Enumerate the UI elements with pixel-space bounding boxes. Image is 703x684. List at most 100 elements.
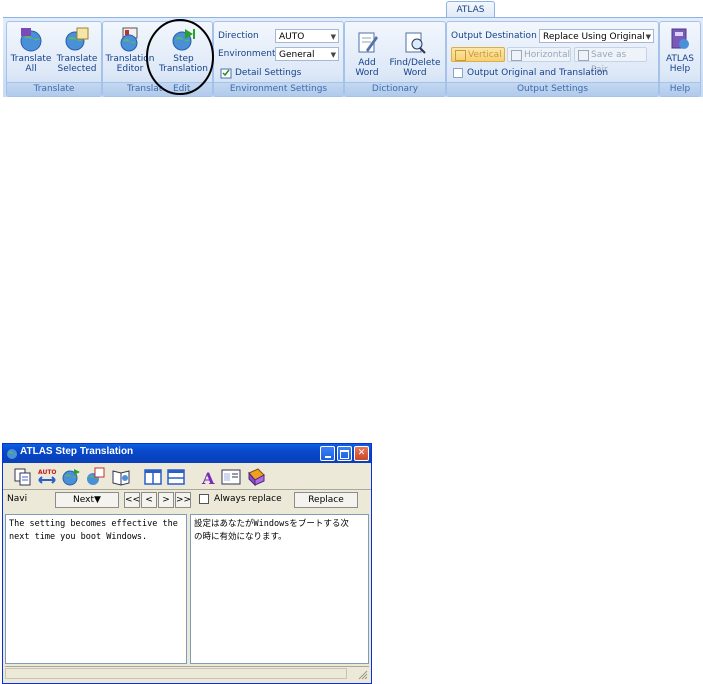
navi-label: Navi [7,494,28,504]
translate-selected-label-2: Selected [57,64,97,74]
group-label-environment-settings: Environment Settings [214,82,343,96]
environment-select[interactable]: General ▼ [275,47,339,61]
svg-text:AUTO: AUTO [38,469,57,476]
output-destination-select[interactable]: Replace Using Original ▼ [539,29,654,43]
translate-all-label-1: Translate [10,54,52,64]
ribbon: Translate All Translate Selected Transla… [3,17,703,97]
vertical-layout-button[interactable]: Vertical [451,47,505,62]
detail-settings-button[interactable]: Detail Settings [220,65,301,81]
resize-grip-icon[interactable] [357,669,368,680]
group-label-output-settings: Output Settings [447,82,658,96]
chevron-down-icon: ▼ [330,51,336,59]
group-label-translate: Translate [7,82,101,96]
horizontal-split-icon[interactable] [166,467,186,487]
chevron-down-icon: ▼ [645,33,651,41]
translate-all-label-2: All [25,64,37,74]
checkbox[interactable] [199,494,209,504]
atlas-help-button[interactable]: ATLAS Help [662,24,698,74]
previous-button[interactable]: < [141,492,157,508]
app-icon [7,449,17,459]
window-title: ATLAS Step Translation [20,446,134,457]
horizontal-layout-label: Horizontal [524,50,570,60]
maximize-icon [340,450,349,459]
tab-atlas[interactable]: ATLAS [446,1,495,18]
environment-value: General [279,50,315,60]
chevron-down-icon: ▼ [330,33,336,41]
translation-text-pane[interactable]: 設定はあなたがWindowsをブートする次 の時に有効になります。 [190,514,369,664]
add-word-label-1: Add [358,58,376,68]
help-icon [671,28,689,49]
find-delete-word-label-1: Find/Delete [389,58,441,68]
svg-text:A: A [201,469,215,487]
translate-edit-icon[interactable] [85,467,105,487]
horizontal-layout-icon [511,50,522,61]
direction-select[interactable]: AUTO ▼ [275,29,339,43]
status-field [5,668,347,679]
first-button[interactable]: << [124,492,140,508]
close-button[interactable]: ✕ [354,446,369,461]
group-environment-settings: Direction AUTO ▼ Environment General ▼ D… [213,21,344,97]
group-help: ATLAS Help Help [659,21,701,97]
add-word-button[interactable]: Add Word [347,24,387,78]
output-original-and-translation-label: Output Original and Translation [467,68,609,78]
auto-direction-icon[interactable]: AUTO [37,467,57,487]
last-button[interactable]: >> [175,492,191,508]
copy-icon[interactable] [13,467,33,487]
dictionary-icon[interactable] [111,467,131,487]
group-translate: Translate All Translate Selected Transla… [6,21,102,97]
font-icon[interactable]: A [199,467,219,487]
minimize-icon [324,456,331,458]
translate-selected-button[interactable]: Translate Selected [55,24,99,74]
replace-button[interactable]: Replace [294,492,358,508]
always-replace-checkbox[interactable]: Always replace [199,494,282,504]
translate-selected-label-1: Translate [56,54,98,64]
direction-label: Direction [218,31,259,41]
maximize-button[interactable] [337,446,352,461]
always-replace-label: Always replace [214,494,282,504]
save-as-pair-button[interactable]: Save as Pair [574,47,647,75]
title-bar[interactable]: ATLAS Step Translation ✕ [3,444,371,463]
add-word-icon [358,32,378,53]
environment-label: Environment [218,49,276,59]
translate-selected-icon [65,27,89,51]
navigation-bar: Navi Next▼ << < > >> Always replace Repl… [5,491,369,510]
settings-icon [220,68,232,79]
vertical-layout-icon [455,50,466,61]
translate-all-icon [20,28,42,52]
toolbar: AUTO A [3,464,371,490]
group-dictionary: Add Word Find/Delete Word Dictionary [344,21,446,97]
output-destination-label: Output Destination [451,31,537,41]
horizontal-layout-button[interactable]: Horizontal [507,47,571,62]
output-original-and-translation-checkbox[interactable]: Output Original and Translation [453,65,608,81]
source-text-line-2: next time you boot Windows. [9,532,148,542]
find-delete-word-button[interactable]: Find/Delete Word [387,24,443,78]
atlas-help-label-2: Help [669,64,691,74]
find-delete-word-label-2: Word [403,68,427,78]
minimize-button[interactable] [320,446,335,461]
translation-text-line-2: の時に有効になります。 [194,532,287,542]
vertical-layout-label: Vertical [468,50,502,60]
next-button[interactable]: Next▼ [55,492,119,508]
direction-value: AUTO [279,32,305,42]
source-text-pane[interactable]: The setting becomes effective the next t… [5,514,187,664]
status-bar [5,666,369,681]
highlight-circle [146,19,214,95]
group-label-dictionary: Dictionary [345,82,445,96]
find-word-icon [405,32,426,54]
output-destination-value: Replace Using Original [543,32,645,42]
checkbox[interactable] [453,68,463,78]
settings-panel-icon[interactable] [221,467,241,487]
translation-editor-icon [120,27,138,52]
translate-all-button[interactable]: Translate All [9,24,53,74]
close-icon: ✕ [357,448,366,458]
vertical-split-icon[interactable] [143,467,163,487]
detail-settings-label: Detail Settings [235,68,302,78]
step-translation-window: ATLAS Step Translation ✕ AUTO A Navi Nex… [2,443,372,684]
forward-button[interactable]: > [158,492,174,508]
source-text-line-1: The setting becomes effective the [9,519,178,529]
group-label-help: Help [660,82,700,96]
atlas-help-label-1: ATLAS [665,54,695,64]
translate-icon[interactable] [61,467,81,487]
save-icon [578,50,589,61]
help-book-icon[interactable] [246,467,266,487]
